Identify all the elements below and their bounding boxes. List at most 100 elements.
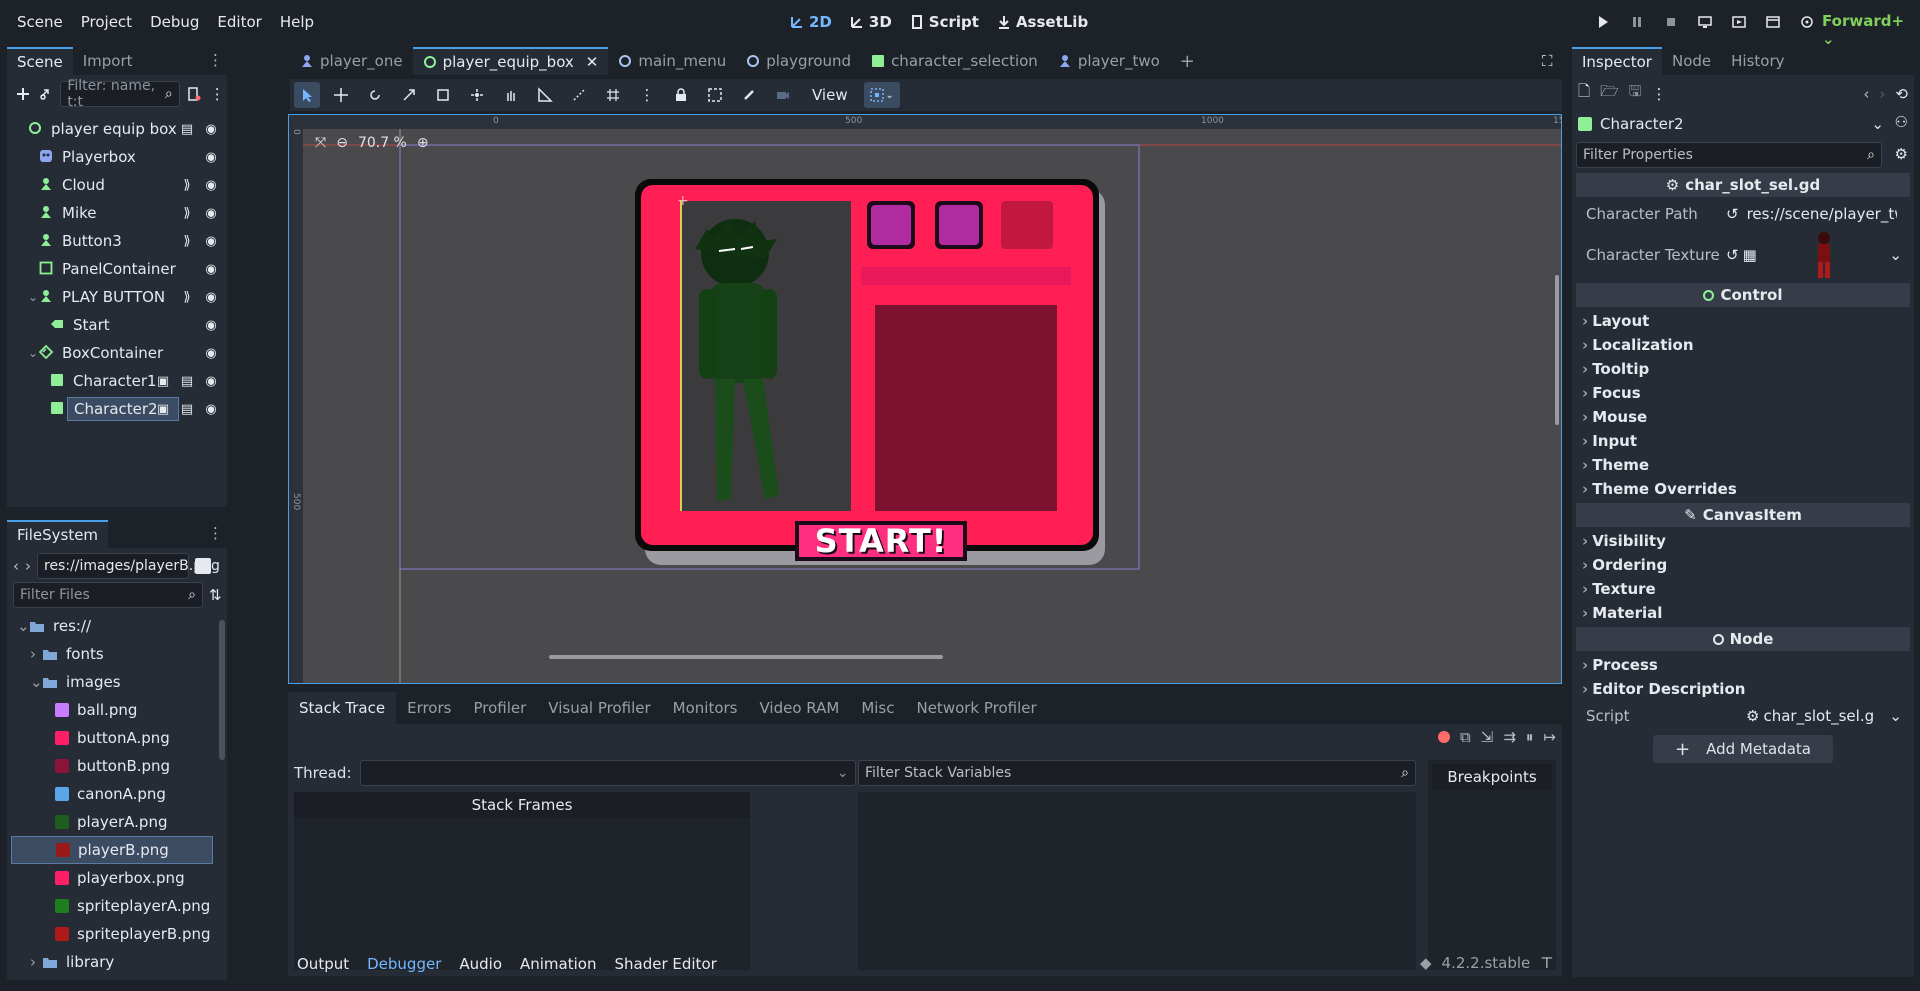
bottom-tab-debugger[interactable]: Debugger — [358, 955, 450, 973]
canvasitem-group-texture[interactable]: Texture — [1572, 577, 1914, 601]
pivot-tool-icon[interactable] — [464, 82, 490, 108]
chevron-down-icon[interactable]: ⌄ — [1889, 707, 1902, 725]
scene-node-character1[interactable]: Character1 ▣ ▤ ◉ — [7, 367, 227, 395]
step-over-icon[interactable]: ⇉ — [1503, 728, 1516, 746]
eye-icon[interactable]: ◉ — [201, 230, 221, 252]
kebab-menu-icon[interactable]: ⋮ — [634, 82, 660, 108]
scene-tab-playground[interactable]: playground — [736, 47, 861, 75]
instance-scene-icon[interactable] — [37, 83, 57, 105]
break-icon[interactable]: ⏸ — [1526, 728, 1534, 746]
expand-arrow-icon[interactable]: ⌄ — [17, 617, 30, 635]
snap-options-icon[interactable]: ⌄ — [863, 82, 900, 108]
scene-node-mike[interactable]: Mike ⟫ ◉ — [7, 199, 227, 227]
signal-icon[interactable]: ⟫ — [177, 230, 197, 252]
menu-editor[interactable]: Editor — [208, 13, 270, 31]
grid-snap-icon[interactable] — [600, 82, 626, 108]
file-item-spriteplayera-png[interactable]: spriteplayerA.png — [11, 892, 227, 920]
eye-icon[interactable]: ◉ — [201, 146, 221, 168]
renderer-selector[interactable]: Forward+ ⌄ — [1822, 12, 1920, 48]
select-tool-icon[interactable] — [294, 82, 320, 108]
new-resource-icon[interactable]: 🗋 — [1578, 81, 1590, 106]
back-arrow-icon[interactable]: ‹ — [13, 557, 19, 575]
debugger-tab-monitors[interactable]: Monitors — [662, 692, 749, 724]
eye-icon[interactable]: ◉ — [201, 286, 221, 308]
bottom-tab-output[interactable]: Output — [288, 955, 358, 973]
menu-help[interactable]: Help — [271, 13, 323, 31]
expand-arrow-icon[interactable]: › — [30, 953, 42, 971]
scene-tab-character-selection[interactable]: character_selection — [861, 47, 1048, 75]
close-icon[interactable]: ✕ — [586, 53, 599, 71]
clapper-icon[interactable]: ▣ — [153, 398, 173, 420]
control-group-theme[interactable]: Theme — [1572, 453, 1914, 477]
canvasitem-group-material[interactable]: Material — [1572, 601, 1914, 625]
bottom-tab-shader-editor[interactable]: Shader Editor — [605, 955, 725, 973]
debugger-tab-misc[interactable]: Misc — [850, 692, 905, 724]
eye-icon[interactable]: ◉ — [201, 258, 221, 280]
control-group-tooltip[interactable]: Tooltip — [1572, 357, 1914, 381]
bottom-tab-audio[interactable]: Audio — [450, 955, 511, 973]
split-mode-icon[interactable] — [195, 558, 211, 574]
distraction-free-icon[interactable]: ⛶ — [1542, 52, 1553, 70]
workspace-assetlib[interactable]: AssetLib — [997, 13, 1088, 31]
history-icon[interactable]: ⟲ — [1895, 85, 1908, 103]
ruler-tool-icon[interactable] — [532, 82, 558, 108]
play-custom-scene-icon[interactable] — [1760, 10, 1786, 34]
control-group-focus[interactable]: Focus — [1572, 381, 1914, 405]
control-group-mouse[interactable]: Mouse — [1572, 405, 1914, 429]
revert-icon[interactable]: ↺ — [1726, 205, 1739, 223]
camera-override-icon[interactable] — [770, 82, 796, 108]
file-item-images[interactable]: ⌄ images — [11, 668, 227, 696]
add-scene-tab-icon[interactable]: + — [1170, 51, 1205, 72]
signal-icon[interactable]: ⟫ — [177, 202, 197, 224]
file-item-canona-png[interactable]: canonA.png — [11, 780, 227, 808]
stop-icon[interactable] — [1658, 10, 1684, 34]
scene-node-start[interactable]: Start ◉ — [7, 311, 227, 339]
movie-maker-icon[interactable] — [1794, 10, 1820, 34]
pin-panel-icon[interactable]: ⊤ — [1540, 954, 1553, 972]
expand-arrow-icon[interactable]: ⌄ — [28, 346, 38, 360]
tab-inspector[interactable]: Inspector — [1572, 47, 1662, 75]
center-view-icon[interactable]: ⤧ — [315, 135, 326, 151]
scene-node-boxcontainer[interactable]: ⌄ BoxContainer ◉ — [7, 339, 227, 367]
zoom-out-icon[interactable]: ⊖ — [336, 135, 348, 151]
attach-script-icon[interactable] — [184, 83, 204, 105]
file-item-library[interactable]: › library — [11, 948, 227, 976]
back-arrow-icon[interactable]: ‹ — [1863, 85, 1869, 103]
script-icon[interactable]: ▤ — [177, 370, 197, 392]
selectable-nodes-icon[interactable] — [430, 82, 456, 108]
smart-snap-icon[interactable] — [566, 82, 592, 108]
debugger-tab-errors[interactable]: Errors — [396, 692, 462, 724]
node-group-editor-description[interactable]: Editor Description — [1572, 677, 1914, 701]
move-tool-icon[interactable] — [328, 82, 354, 108]
texture-preview[interactable] — [1813, 230, 1835, 280]
thread-select[interactable]: ⌄ — [359, 760, 856, 786]
tab-filesystem[interactable]: FileSystem — [7, 520, 109, 548]
kebab-menu-icon[interactable]: ⋮ — [1651, 85, 1666, 103]
file-item-buttonb-png[interactable]: buttonB.png — [11, 752, 227, 780]
kebab-menu-icon[interactable]: ⋮ — [208, 51, 223, 69]
continue-icon[interactable]: ↦ — [1543, 728, 1556, 746]
section-control[interactable]: Control — [1576, 283, 1910, 307]
scale-tool-icon[interactable] — [396, 82, 422, 108]
eye-icon[interactable]: ◉ — [201, 370, 221, 392]
revert-icon[interactable]: ↺ — [1726, 246, 1739, 264]
menu-debug[interactable]: Debug — [141, 13, 208, 31]
debugger-tab-network-profiler[interactable]: Network Profiler — [905, 692, 1047, 724]
debugger-tab-stack-trace[interactable]: Stack Trace — [288, 692, 397, 724]
zoom-in-icon[interactable]: ⊕ — [417, 135, 429, 151]
script-value[interactable]: char_slot_sel.g — [1763, 707, 1874, 725]
signal-icon[interactable]: ⟫ — [177, 286, 197, 308]
debugger-tab-video-ram[interactable]: Video RAM — [749, 692, 851, 724]
remote-debug-icon[interactable] — [1692, 10, 1718, 34]
add-node-icon[interactable] — [13, 83, 33, 105]
eye-icon[interactable]: ◉ — [201, 314, 221, 336]
file-item-buttona-png[interactable]: buttonA.png — [11, 724, 227, 752]
file-item-res-[interactable]: ⌄ res:// — [11, 612, 227, 640]
scene-node-panelcontainer[interactable]: PanelContainer ◉ — [7, 255, 227, 283]
canvas-viewport[interactable]: 0 500 1000 15 0 500 ⤧ ⊖ 70.7 % ⊕ + — [288, 114, 1562, 684]
forward-arrow-icon[interactable]: › — [1879, 85, 1885, 103]
record-icon[interactable] — [1438, 731, 1451, 743]
workspace-2d[interactable]: 2D — [790, 13, 832, 31]
add-metadata-button[interactable]: + Add Metadata — [1653, 735, 1833, 763]
scene-tab-main-menu[interactable]: main_menu — [608, 47, 736, 75]
